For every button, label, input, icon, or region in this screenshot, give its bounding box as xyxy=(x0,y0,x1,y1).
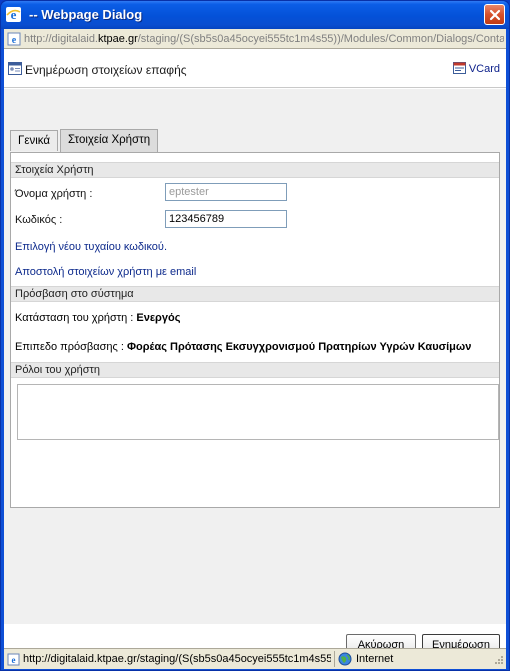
username-label: Όνομα χρήστη : xyxy=(15,188,93,200)
access-level-line: Επιπεδο πρόσβασης : Φορέας Πρότασης Εκσυ… xyxy=(15,341,471,353)
vcard-icon xyxy=(452,62,466,74)
dialog-window: e -- Webpage Dialog e http://digitalaid.… xyxy=(0,0,510,671)
address-url: http://digitalaid.ktpae.gr/staging/(S(sb… xyxy=(24,33,504,45)
svg-text:e: e xyxy=(12,35,17,46)
close-icon xyxy=(489,9,501,21)
vcard-label: VCard xyxy=(468,63,500,75)
roles-list[interactable] xyxy=(17,384,499,440)
dialog-client-area: e http://digitalaid.ktpae.gr/staging/(S(… xyxy=(4,29,506,669)
window-title: -- Webpage Dialog xyxy=(29,7,143,22)
tab-panel: Στοιχεία Χρήστη Όνομα χρήστη : Κωδικός :… xyxy=(10,152,500,508)
title-bar[interactable]: e -- Webpage Dialog xyxy=(1,1,509,29)
tab-general[interactable]: Γενικά xyxy=(10,130,59,151)
page-icon: e xyxy=(7,32,21,46)
close-button[interactable] xyxy=(484,4,505,25)
user-section-header: Στοιχεία Χρήστη xyxy=(11,162,499,178)
user-status-line: Κατάσταση του χρήστη : Ενεργός xyxy=(15,312,180,324)
status-bar: e http://digitalaid.ktpae.gr/staging/(S(… xyxy=(4,648,506,669)
dialog-header-title: Ενημέρωση στοιχείων επαφής xyxy=(25,63,187,77)
tab-user-details-label: Στοιχεία Χρήστη xyxy=(68,134,151,146)
password-label: Κωδικός : xyxy=(15,214,63,226)
tab-general-label: Γενικά xyxy=(18,135,51,147)
user-status-value: Ενεργός xyxy=(136,312,181,324)
send-email-link[interactable]: Αποστολή στοιχείων χρήστη με email xyxy=(15,266,196,278)
tab-user-details[interactable]: Στοιχεία Χρήστη xyxy=(60,129,159,152)
vcard-link[interactable]: VCard xyxy=(452,62,500,75)
contact-card-icon xyxy=(8,62,22,75)
access-level-label: Επιπεδο πρόσβασης : xyxy=(15,341,124,353)
password-field[interactable] xyxy=(165,210,287,228)
ie-icon: e xyxy=(5,6,22,23)
user-status-label: Κατάσταση του χρήστη : xyxy=(15,312,134,324)
globe-icon xyxy=(338,652,352,666)
address-bar: e http://digitalaid.ktpae.gr/staging/(S(… xyxy=(4,29,506,49)
access-level-value: Φορέας Πρότασης Εκσυγχρονισμού Πρατηρίων… xyxy=(126,341,472,353)
status-url: http://digitalaid.ktpae.gr/staging/(S(sb… xyxy=(23,653,331,665)
username-field[interactable] xyxy=(165,183,287,201)
roles-section-header: Ρόλοι του χρήστη xyxy=(11,362,499,378)
random-password-link[interactable]: Επιλογή νέου τυχαίου κωδικού. xyxy=(15,241,167,253)
dialog-content: Γενικά Στοιχεία Χρήστη Στοιχεία Χρήστη Ό… xyxy=(4,89,506,655)
resize-grip-icon[interactable] xyxy=(492,655,504,667)
status-separator xyxy=(334,651,335,667)
page-icon: e xyxy=(7,653,20,666)
security-zone: Internet xyxy=(356,653,394,665)
svg-text:e: e xyxy=(12,655,16,665)
access-section-header: Πρόσβαση στο σύστημα xyxy=(11,286,499,302)
dialog-header: Ενημέρωση στοιχείων επαφής VCard xyxy=(4,50,506,88)
svg-text:e: e xyxy=(11,7,17,22)
